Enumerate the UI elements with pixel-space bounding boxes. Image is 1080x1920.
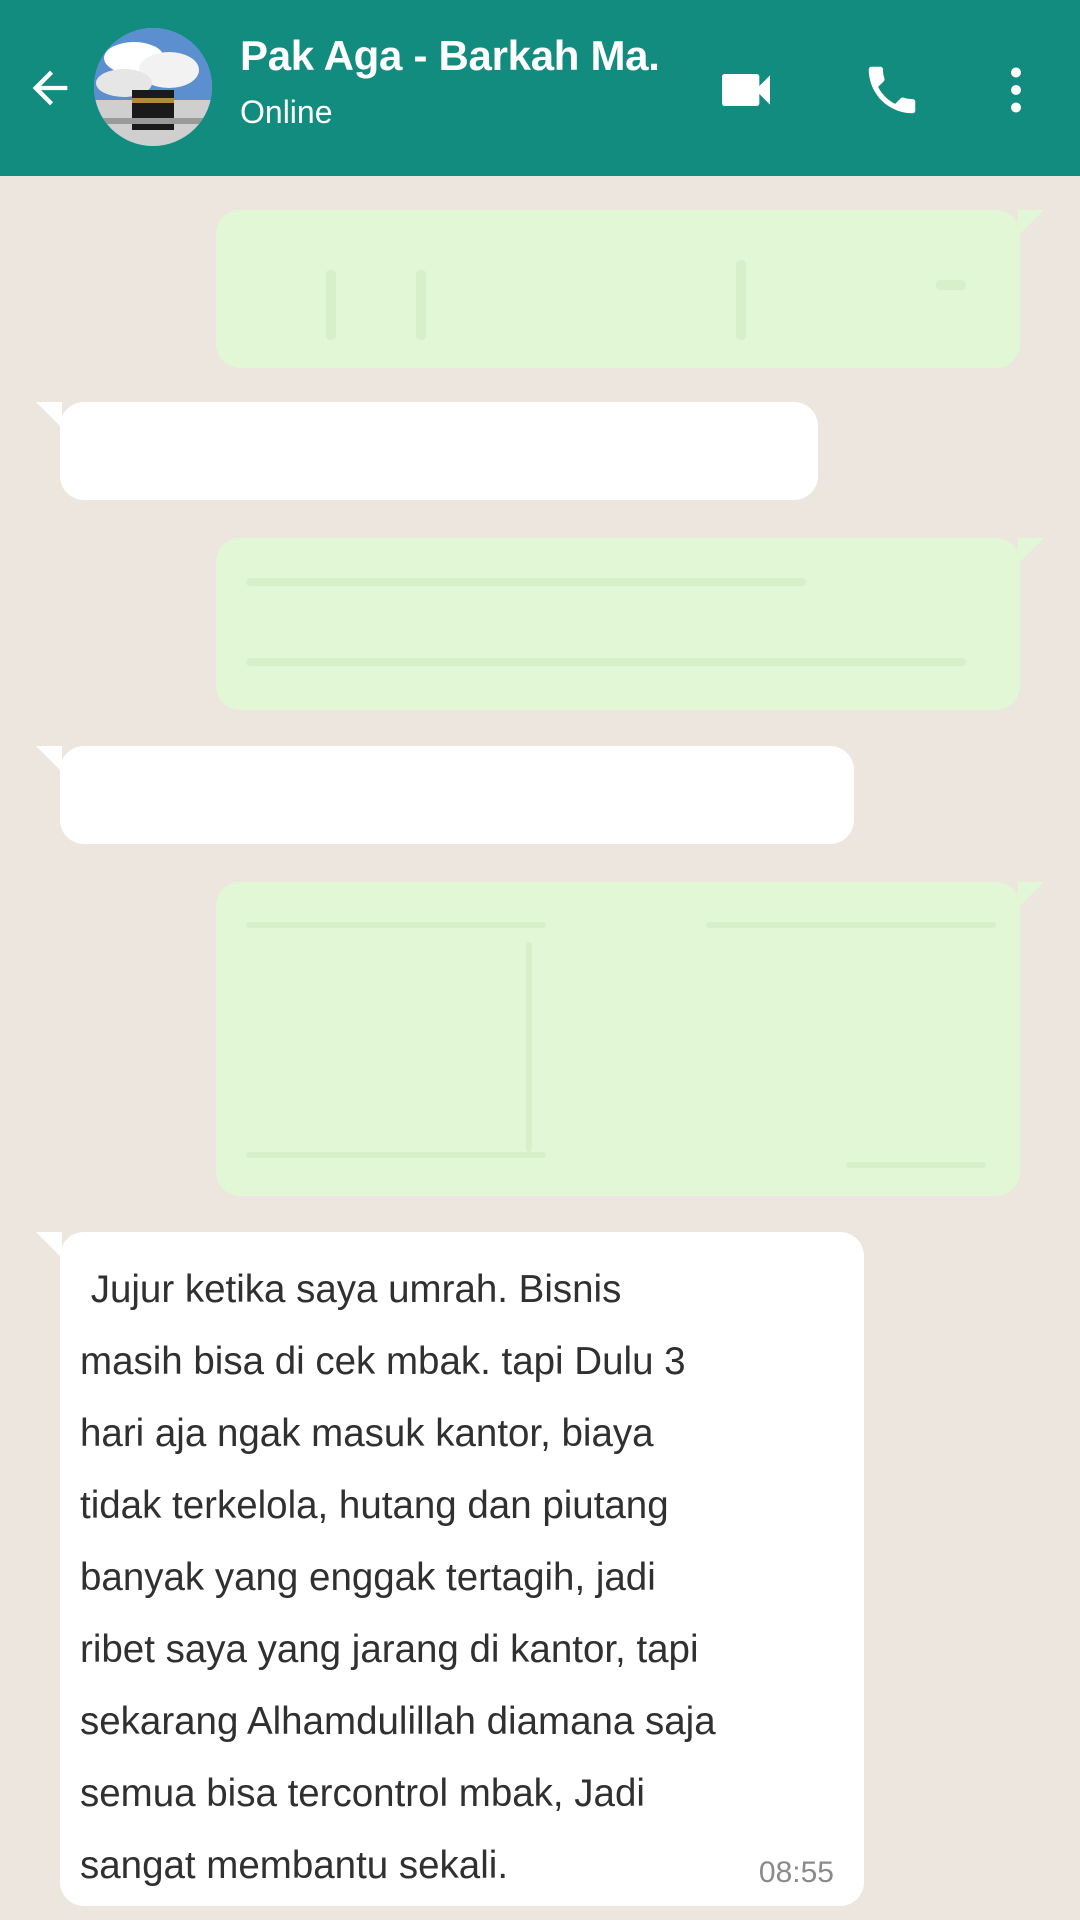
back-button[interactable] [22,60,78,116]
redacted-text [736,260,746,340]
bubble-tail [36,402,62,428]
redacted-text [526,942,532,1152]
redacted-text [246,578,806,586]
chat-header: Pak Aga - Barkah Ma. Online [0,0,1080,176]
redacted-text [416,270,426,340]
arrow-left-icon [32,70,68,106]
bubble-tail [1018,882,1044,908]
message-list[interactable]: Jujur ketika saya umrah. Bisnis masih bi… [0,176,1080,1920]
redacted-text [706,922,996,928]
bubble-tail [1018,210,1044,236]
chat-screen: Pak Aga - Barkah Ma. Online Jujur ketika… [0,0,1080,1920]
contact-info[interactable]: Pak Aga - Barkah Ma. Online [240,32,700,131]
voice-call-button[interactable] [852,50,932,130]
message-bubble-incoming[interactable]: Jujur ketika saya umrah. Bisnis masih bi… [60,1232,864,1906]
bubble-tail [36,746,62,772]
message-text: Jujur ketika saya umrah. Bisnis masih bi… [80,1268,716,1887]
video-call-button[interactable] [706,50,786,130]
message-bubble-outgoing[interactable] [216,210,1020,368]
redacted-text [846,1162,986,1168]
more-options-button[interactable] [976,50,1056,130]
redacted-text [246,1152,546,1158]
message-bubble-incoming[interactable] [60,402,818,500]
message-bubble-outgoing[interactable] [216,882,1020,1196]
avatar-image [94,28,212,146]
contact-name: Pak Aga - Barkah Ma. [240,32,660,79]
phone-icon [868,66,916,114]
video-camera-icon [722,74,770,106]
message-time: 08:55 [758,1856,834,1889]
bubble-tail [36,1232,62,1258]
redacted-text [246,658,966,666]
bubble-tail [1018,538,1044,564]
more-vertical-icon [1011,67,1021,113]
redacted-text [936,280,966,290]
message-bubble-outgoing[interactable] [216,538,1020,710]
message-bubble-incoming[interactable] [60,746,854,844]
redacted-text [326,270,336,340]
contact-status: Online [240,94,333,130]
redacted-text [246,922,546,928]
avatar[interactable] [94,28,212,146]
